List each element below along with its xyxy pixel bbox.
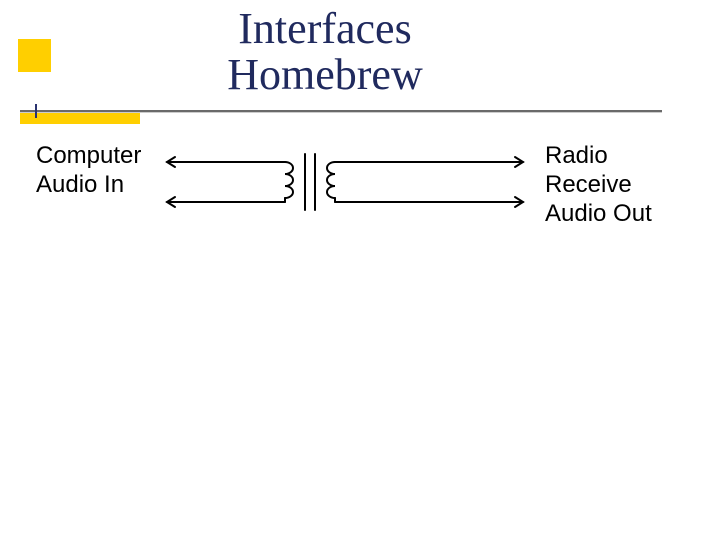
transformer-schematic [155,142,535,222]
label-radio-receive-audio-out: Radio Receive Audio Out [545,142,705,228]
page-title: Interfaces Homebrew [200,6,450,98]
title-line-2: Homebrew [200,52,450,98]
title-line-1: Interfaces [200,6,450,52]
bullet-tick [35,104,37,118]
accent-bar-under-divider [20,112,140,124]
label-right-line-2: Receive [545,171,705,200]
label-right-line-1: Radio [545,142,705,171]
horizontal-divider [20,110,662,112]
transformer-icon [155,142,535,222]
accent-square-top [18,39,51,72]
label-right-line-3: Audio Out [545,200,705,229]
